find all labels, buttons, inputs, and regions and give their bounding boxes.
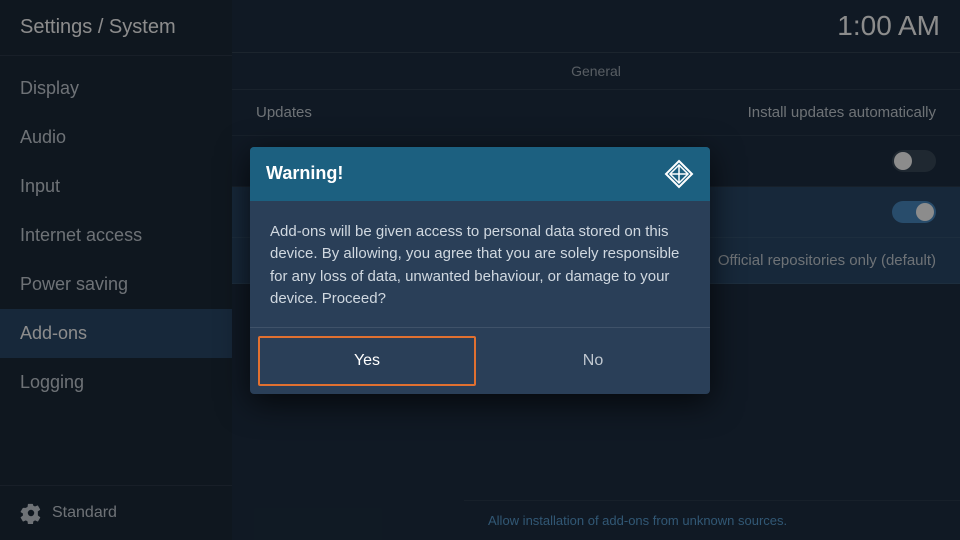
dialog-no-button[interactable]: No <box>484 336 702 386</box>
dialog-buttons: Yes No <box>250 327 710 394</box>
dialog-header: Warning! <box>250 147 710 201</box>
dialog-title: Warning! <box>266 163 343 184</box>
dialog-overlay: Warning! Add-ons will be given access to… <box>0 0 960 540</box>
kodi-logo-icon <box>664 159 694 189</box>
dialog-body: Add-ons will be given access to personal… <box>250 201 710 327</box>
dialog-yes-button[interactable]: Yes <box>258 336 476 386</box>
warning-dialog: Warning! Add-ons will be given access to… <box>250 147 710 394</box>
